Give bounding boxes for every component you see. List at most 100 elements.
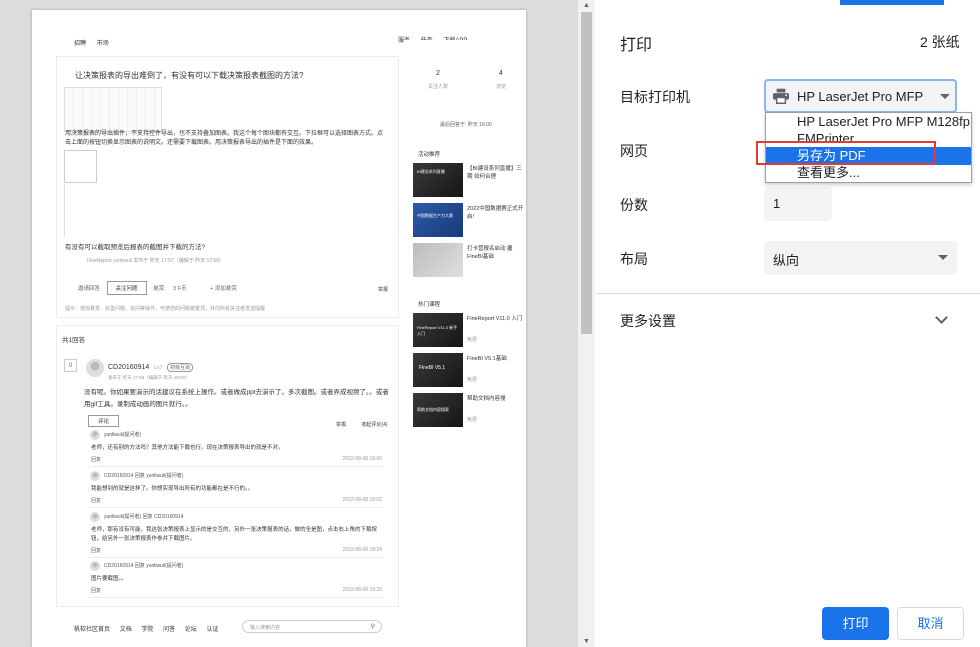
reply-item: CD20160914 回复 yunliwuli(提问者) 图片要截图。。 回复 … (88, 561, 384, 598)
cancel-button[interactable]: 取消 (897, 607, 964, 640)
recommend-title: 打卡营报名启动 握FineBI基础 (467, 246, 513, 260)
layout-select[interactable]: 纵向 (764, 241, 957, 275)
reward-value: 3 F币 (173, 286, 187, 292)
preview-sidebar: 2 关注人数 4 浏览 最后回答于: 昨天 18:00 活动推荐 BI建设系列直… (404, 40, 526, 630)
stat-label: 关注人数 (428, 84, 449, 90)
sheet-count: 2 张纸 (920, 34, 960, 50)
question-screenshot-3 (64, 184, 162, 236)
recommend-title: 【BI建设系列直播】三期 如何合理 (467, 166, 522, 180)
dropdown-option-save-as-pdf[interactable]: 另存为 PDF (766, 147, 971, 165)
destination-select[interactable]: HP LaserJet Pro MFP (764, 79, 957, 113)
answer-report: 举报 (336, 422, 347, 428)
reply-user: yunliwuli(提问者) (104, 432, 142, 438)
layout-value: 纵向 (773, 253, 800, 268)
copies-value: 1 (773, 196, 781, 211)
preview-footer-links: 帆软社区首页 文档 学院 问答 论坛 认证 (74, 624, 226, 633)
answer-level: Lv7 (154, 365, 163, 371)
add-reward: + 添加悬赏 (210, 286, 237, 292)
answer-text: 没有呢。你如果要演示的话建议在系统上操作。或者做成ppt去演示了。多次截图。或者… (84, 389, 389, 408)
dropdown-option-see-more[interactable]: 查看更多... (766, 164, 971, 182)
reply-item: yunliwuli(提问者) 老师，还有别的方法吗？其他方法能下载也行。现在决策… (88, 430, 384, 467)
avatar (90, 430, 100, 440)
panel-divider (596, 293, 980, 294)
reply-text: 图片要截图。。 (91, 576, 127, 582)
answer-username: CD20160914 (108, 364, 150, 371)
layout-label: 布局 (620, 251, 648, 267)
question-body: 用决策报表的导出插件，不支持控件导出，也不支持叠加图表。我这个每个图块都有交互。… (65, 131, 384, 146)
course-title: FineReport V11.0 入门 (467, 316, 523, 322)
question-tip: 提示：增加悬赏、完善问题、追问等操作，可使您的问题被置顶，并向所有关注者发送提醒 (65, 306, 266, 312)
top-accent-bar (840, 0, 944, 5)
reply-text: 老师，那有没有可能，我这张决策报表上显示的是交互的，另外一张决策报表的话，做的全… (91, 527, 378, 542)
answer-actions: 举报 收起评论(4) (336, 421, 402, 428)
reply-date: 2022-08-08 18:02 (342, 497, 382, 503)
footer-link: 文档 (119, 627, 132, 633)
invite-answer: 邀请回答 (78, 286, 101, 292)
reply-action: 回复 (91, 548, 102, 554)
course-image: FineBI V5.1 (413, 353, 463, 387)
printer-icon (773, 88, 789, 104)
destination-value: HP LaserJet Pro MFP (797, 89, 924, 104)
copies-input[interactable]: 1 (764, 187, 832, 221)
comment-button: 评论 (88, 415, 120, 427)
pages-label: 网页 (620, 143, 648, 159)
vote-count: 0 (64, 359, 77, 372)
preview-page: 招聘 市场 服务 任务 下载APP 让决策报表的导出难倒了，有没有可以下载决策报… (32, 10, 526, 647)
question-subtitle: 有没有可以截取预览后报表的截图并下载的方法? (65, 244, 206, 251)
footer-link: 学院 (141, 627, 154, 633)
answer-badge: 初级互助 (167, 363, 194, 372)
reply-text: 我能想到的就是这样了。你想实现导出所有的功能都在是不行的。。 (91, 486, 254, 492)
preview-scrollbar-thumb[interactable] (581, 12, 592, 334)
preview-search-box: 输入搜索内容 ⚲ (242, 620, 382, 633)
chevron-down-icon (940, 94, 950, 99)
footer-link: 认证 (206, 627, 219, 633)
question-screenshot-2 (64, 150, 97, 183)
course-image: 帮助文档内容搜索 (413, 393, 463, 427)
scroll-down-arrow-icon[interactable]: ▼ (580, 637, 593, 647)
reply-text: 老师，还有别的方法吗？其他方法能下载也行。现在决策报表导出的就是不对。 (91, 445, 284, 451)
image-caption: 中国数据生产力大赛 (417, 213, 453, 218)
follow-question-button: 关注问题 (106, 281, 147, 295)
nav-item: 招聘 (74, 41, 87, 47)
more-settings-toggle[interactable]: 更多设置 (620, 311, 676, 331)
print-button[interactable]: 打印 (822, 607, 889, 640)
recommend-image: BI建设系列直播 (413, 163, 463, 197)
preview-nav-left: 招聘 市场 (74, 38, 118, 47)
course-price: 免费 (467, 377, 478, 383)
print-title: 打印 (620, 37, 653, 54)
answers-count: 共1回答 (62, 337, 86, 344)
question-report: 举报 (378, 287, 389, 293)
recommend-heading: 活动推荐 (418, 152, 441, 158)
scroll-up-arrow-icon[interactable]: ▲ (580, 1, 593, 11)
course-title: 帮助文档内容搜 (467, 396, 506, 402)
reply-item: yunliwuli(提问者) 回复 CD20160914 老师，那有没有可能，我… (88, 512, 384, 558)
comment-label: 评论 (88, 415, 120, 427)
answer-time: 发布于 昨天 17:58（编辑于 昨天 18:00） (108, 375, 190, 380)
chevron-down-icon (938, 255, 948, 260)
dropdown-option-hp-printer[interactable]: HP LaserJet Pro MFP M128fp (766, 113, 971, 131)
reply-date: 2022-08-08 18:24 (342, 547, 382, 553)
reply-action: 回复 (91, 498, 102, 504)
dropdown-option-fmprinter[interactable]: FMPrinter (766, 130, 971, 148)
reply-user: yunliwuli(提问者) 回复 CD20160914 (104, 514, 184, 520)
reply-action: 回复 (91, 457, 102, 463)
footer-link: 问答 (163, 627, 176, 633)
recommend-image (413, 243, 463, 277)
reply-date: 2022-08-08 19:20 (342, 587, 382, 593)
avatar (90, 561, 100, 571)
search-icon: ⚲ (370, 624, 375, 630)
footer-link: 论坛 (184, 627, 197, 633)
reply-item: CD20160914 回复 yunliwuli(提问者) 我能想到的就是这样了。… (88, 471, 384, 508)
nav-item: 市场 (96, 41, 109, 47)
avatar (86, 359, 104, 377)
question-meta: FineReport yunliwuli 发布于 昨天 17:57（编辑于 昨天… (87, 258, 224, 264)
reply-user: CD20160914 回复 yunliwuli(提问者) (104, 473, 184, 479)
reply-date: 2022-08-08 18:00 (342, 456, 382, 462)
reply-action: 回复 (91, 588, 102, 594)
stat-followers: 2 关注人数 (428, 70, 448, 90)
answer-user: CD20160914 Lv7 初级互助 (108, 363, 194, 372)
question-title: 让决策报表的导出难倒了，有没有可以下载决策报表截图的方法? (75, 71, 304, 80)
image-caption: FineBI V5.1 (419, 365, 446, 371)
destination-label: 目标打印机 (620, 89, 690, 105)
destination-dropdown-list: HP LaserJet Pro MFP M128fp FMPrinter 另存为… (765, 112, 972, 183)
